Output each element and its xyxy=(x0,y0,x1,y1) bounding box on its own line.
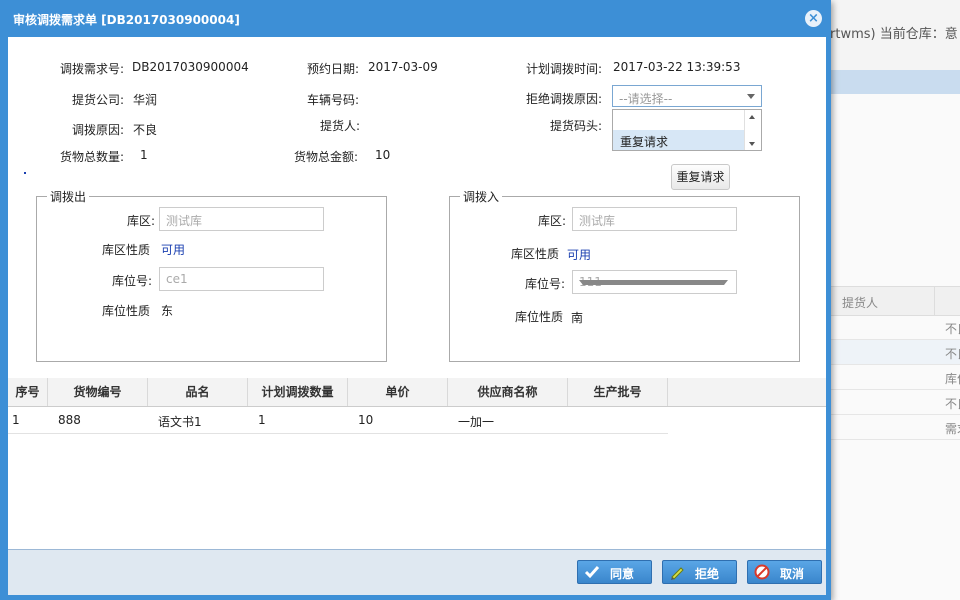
reject-reason-placeholder: --请选择-- xyxy=(619,92,673,106)
cancel-label: 取消 xyxy=(780,567,805,581)
cell-plan-qty: 1 xyxy=(258,413,266,427)
appoint-date-label: 预约日期: xyxy=(307,62,360,76)
column-header-batch[interactable]: 生产批号 xyxy=(568,378,668,406)
bg-table-header: 提货人 xyxy=(830,286,960,316)
total-amount-value: 10 xyxy=(375,148,391,162)
scroll-up-icon[interactable] xyxy=(749,115,755,119)
reject-reason-dropdown[interactable]: 重复请求 xyxy=(612,109,762,151)
out-area-nature-value: 可用 xyxy=(161,243,186,257)
dropdown-option[interactable]: 重复请求 xyxy=(613,130,745,150)
in-location-select[interactable]: 111 xyxy=(572,270,737,294)
detail-grid-header: 序号 货物编号 品名 计划调拨数量 单价 供应商名称 生产批号 xyxy=(8,378,826,407)
company-value: 华润 xyxy=(133,93,158,107)
out-area-value: 测试库 xyxy=(166,214,203,228)
reject-button[interactable]: 拒绝 xyxy=(662,560,737,584)
plan-time-value: 2017-03-22 13:39:53 xyxy=(613,60,741,74)
cell-price: 10 xyxy=(358,413,374,427)
dialog-footer: 同意 拒绝 取消 xyxy=(8,549,826,595)
out-area-label: 库区: xyxy=(127,214,156,228)
decorative-dot xyxy=(24,172,26,174)
plan-time-label: 计划调拨时间: xyxy=(526,62,603,76)
in-location-label: 库位号: xyxy=(525,277,566,291)
appoint-date-value: 2017-03-09 xyxy=(368,60,438,74)
agree-label: 同意 xyxy=(610,567,635,581)
out-location-value: ce1 xyxy=(166,272,188,286)
dropdown-scrollbar[interactable] xyxy=(744,110,761,150)
check-icon xyxy=(584,566,600,579)
dock-label: 提货码头: xyxy=(550,119,603,133)
out-area-nature-label: 库区性质 xyxy=(102,243,151,257)
dialog-title: 审核调拨需求单 [DB2017030900004] xyxy=(13,13,240,27)
demand-no-value: DB2017030900004 xyxy=(132,60,249,74)
dialog-title-bar[interactable]: 审核调拨需求单 [DB2017030900004] × xyxy=(0,0,831,37)
reject-reason-label: 拒绝调拨原因: xyxy=(526,92,603,106)
vehicle-label: 车辆号码: xyxy=(307,93,360,107)
scroll-down-icon[interactable] xyxy=(749,142,755,146)
transfer-in-legend: 调拨入 xyxy=(460,188,503,205)
cell-supplier: 一加一 xyxy=(458,415,495,429)
bg-table-row[interactable]: 不良 xyxy=(830,340,960,365)
transfer-out-legend: 调拨出 xyxy=(47,188,90,205)
in-area-nature-label: 库区性质 xyxy=(511,247,560,261)
cancel-button[interactable]: 取消 xyxy=(747,560,822,584)
cell-index: 1 xyxy=(12,413,20,427)
transfer-out-fieldset: 调拨出 库区: 测试库 库区性质 可用 库位号: ce1 库位性质 东 xyxy=(36,188,387,362)
demand-no-label: 调拨需求号: xyxy=(60,62,125,76)
out-location-nature-value: 东 xyxy=(161,304,174,318)
out-location-label: 库位号: xyxy=(112,274,153,288)
bg-table-row[interactable]: 不良 xyxy=(830,315,960,340)
bg-table-row[interactable]: 不良 xyxy=(830,390,960,415)
column-header-price[interactable]: 单价 xyxy=(348,378,448,406)
bg-column-picker: 提货人 xyxy=(842,296,879,310)
bg-table-row[interactable]: 库位 xyxy=(830,365,960,390)
out-location-nature-label: 库位性质 xyxy=(102,304,151,318)
reject-reason-select[interactable]: --请选择-- xyxy=(612,85,762,107)
out-area-field[interactable]: 测试库 xyxy=(159,207,324,231)
picker-label: 提货人: xyxy=(320,119,361,133)
pencil-icon xyxy=(671,567,684,580)
cell-goods-no: 888 xyxy=(58,413,81,427)
in-area-field[interactable]: 测试库 xyxy=(572,207,737,231)
reason-label: 调拨原因: xyxy=(72,123,125,137)
bg-table-row[interactable]: 需求 xyxy=(830,415,960,440)
review-dialog: 审核调拨需求单 [DB2017030900004] × 调拨需求号: DB201… xyxy=(0,0,831,600)
column-header-plan-qty[interactable]: 计划调拨数量 xyxy=(248,378,348,406)
close-icon[interactable]: × xyxy=(805,10,822,27)
agree-button[interactable]: 同意 xyxy=(577,560,652,584)
in-area-nature-value: 可用 xyxy=(567,248,592,262)
cancel-icon xyxy=(754,564,770,580)
chevron-down-icon xyxy=(579,280,728,285)
in-area-value: 测试库 xyxy=(579,214,616,228)
chevron-down-icon xyxy=(747,94,755,99)
column-header-supplier[interactable]: 供应商名称 xyxy=(448,378,568,406)
column-header-name[interactable]: 品名 xyxy=(148,378,248,406)
column-header-index[interactable]: 序号 xyxy=(8,378,48,406)
in-area-label: 库区: xyxy=(538,214,567,228)
total-qty-value: 1 xyxy=(140,148,148,162)
bg-header-text: rtwms) 当前仓库：意 xyxy=(830,27,958,42)
dropdown-option-label: 重复请求 xyxy=(620,135,669,149)
total-amount-label: 货物总金额: xyxy=(294,150,359,164)
total-qty-label: 货物总数量: xyxy=(60,150,125,164)
reject-label: 拒绝 xyxy=(695,567,720,581)
option-tooltip: 重复请求 xyxy=(671,164,730,190)
bg-toolbar xyxy=(830,70,960,94)
reason-value: 不良 xyxy=(133,123,158,137)
company-label: 提货公司: xyxy=(72,93,125,107)
in-location-nature-value: 南 xyxy=(571,311,584,325)
table-row[interactable]: 1 888 语文书1 1 10 一加一 xyxy=(8,407,668,434)
out-location-field[interactable]: ce1 xyxy=(159,267,324,291)
cell-name: 语文书1 xyxy=(158,415,202,429)
in-location-nature-label: 库位性质 xyxy=(515,310,564,324)
dialog-body: 调拨需求号: DB2017030900004 预约日期: 2017-03-09 … xyxy=(8,37,826,549)
column-header-goods-no[interactable]: 货物编号 xyxy=(48,378,148,406)
transfer-in-fieldset: 调拨入 库区: 测试库 库区性质 可用 库位号: 111 库位性质 南 xyxy=(449,188,800,362)
